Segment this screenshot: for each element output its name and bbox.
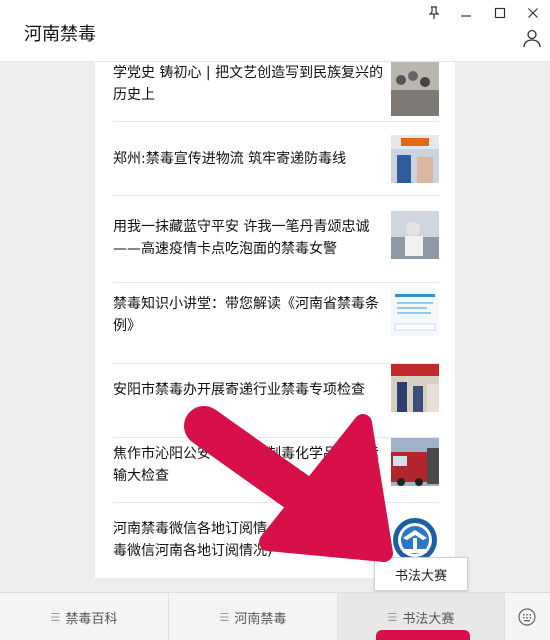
popup-item-label[interactable]: 书法大赛 [395, 565, 447, 584]
article-thumbnail[interactable] [391, 211, 439, 259]
tab-label[interactable]: 禁毒百科 [65, 608, 117, 627]
article-thumbnail[interactable] [391, 438, 439, 486]
menu-icon: ☰ [219, 610, 230, 624]
minimize-icon[interactable] [455, 4, 477, 22]
list-item[interactable]: 学党史 铸初心 | 把文艺创造写到民族复兴的历史上 [113, 62, 439, 122]
article-title[interactable]: 学党史 铸初心 | 把文艺创造写到民族复兴的历史上 [113, 62, 385, 106]
article-thumbnail[interactable] [391, 288, 439, 336]
tab-label[interactable]: 书法大赛 [402, 608, 454, 627]
article-thumbnail[interactable] [391, 62, 439, 116]
list-item[interactable]: 禁毒知识小讲堂：带您解读《河南省禁毒条例》 [113, 283, 439, 364]
list-item[interactable]: 用我一抹藏蓝守平安 许我一笔丹青颂忠诚——高速疫情卡点吃泡面的禁毒女警 [113, 196, 439, 283]
maximize-icon[interactable] [489, 4, 511, 22]
article-title[interactable]: 河南禁毒微信各地订阅情 禁毒微信河南各地订阅情况) [113, 518, 385, 562]
highlight-bar [376, 630, 470, 640]
article-title[interactable]: 焦作市沁阳公安 制毒化学品安全运输大检查 [113, 443, 385, 487]
article-title[interactable]: 用我一抹藏蓝守平安 许我一笔丹青颂忠诚——高速疫情卡点吃泡面的禁毒女警 [113, 216, 385, 260]
article-title[interactable]: 郑州:禁毒宣传进物流 筑牢寄递防毒线 [113, 148, 385, 170]
tab-label[interactable]: 河南禁毒 [234, 608, 286, 627]
list-item[interactable]: 郑州:禁毒宣传进物流 筑牢寄递防毒线 [113, 122, 439, 196]
close-icon[interactable] [522, 4, 544, 22]
article-thumbnail[interactable] [391, 364, 439, 412]
keyboard-icon[interactable] [504, 593, 550, 640]
list-item[interactable]: 安阳市禁毒办开展寄递行业禁毒专项检查 [113, 364, 439, 438]
menu-icon: ☰ [50, 610, 61, 624]
menu-icon: ☰ [387, 610, 398, 624]
article-title[interactable]: 安阳市禁毒办开展寄递行业禁毒专项检查 [113, 379, 385, 401]
app-header: 河南禁毒 [0, 0, 550, 62]
article-title[interactable]: 禁毒知识小讲堂：带您解读《河南省禁毒条例》 [113, 293, 385, 337]
user-icon[interactable] [522, 28, 542, 48]
pin-icon[interactable] [423, 4, 445, 22]
tab-submenu-popup[interactable]: 书法大赛 [374, 557, 468, 591]
list-item[interactable]: 焦作市沁阳公安 制毒化学品安全运输大检查 [113, 438, 439, 503]
page-title: 河南禁毒 [24, 24, 96, 45]
tab-henan-jindu[interactable]: ☰ 河南禁毒 [169, 593, 337, 640]
article-thumbnail[interactable] [391, 135, 439, 183]
article-list: 学党史 铸初心 | 把文艺创造写到民族复兴的历史上 郑州:禁毒宣传进物流 筑牢寄… [95, 62, 455, 578]
tab-divider [504, 593, 505, 640]
tab-jindu-baike[interactable]: ☰ 禁毒百科 [0, 593, 168, 640]
